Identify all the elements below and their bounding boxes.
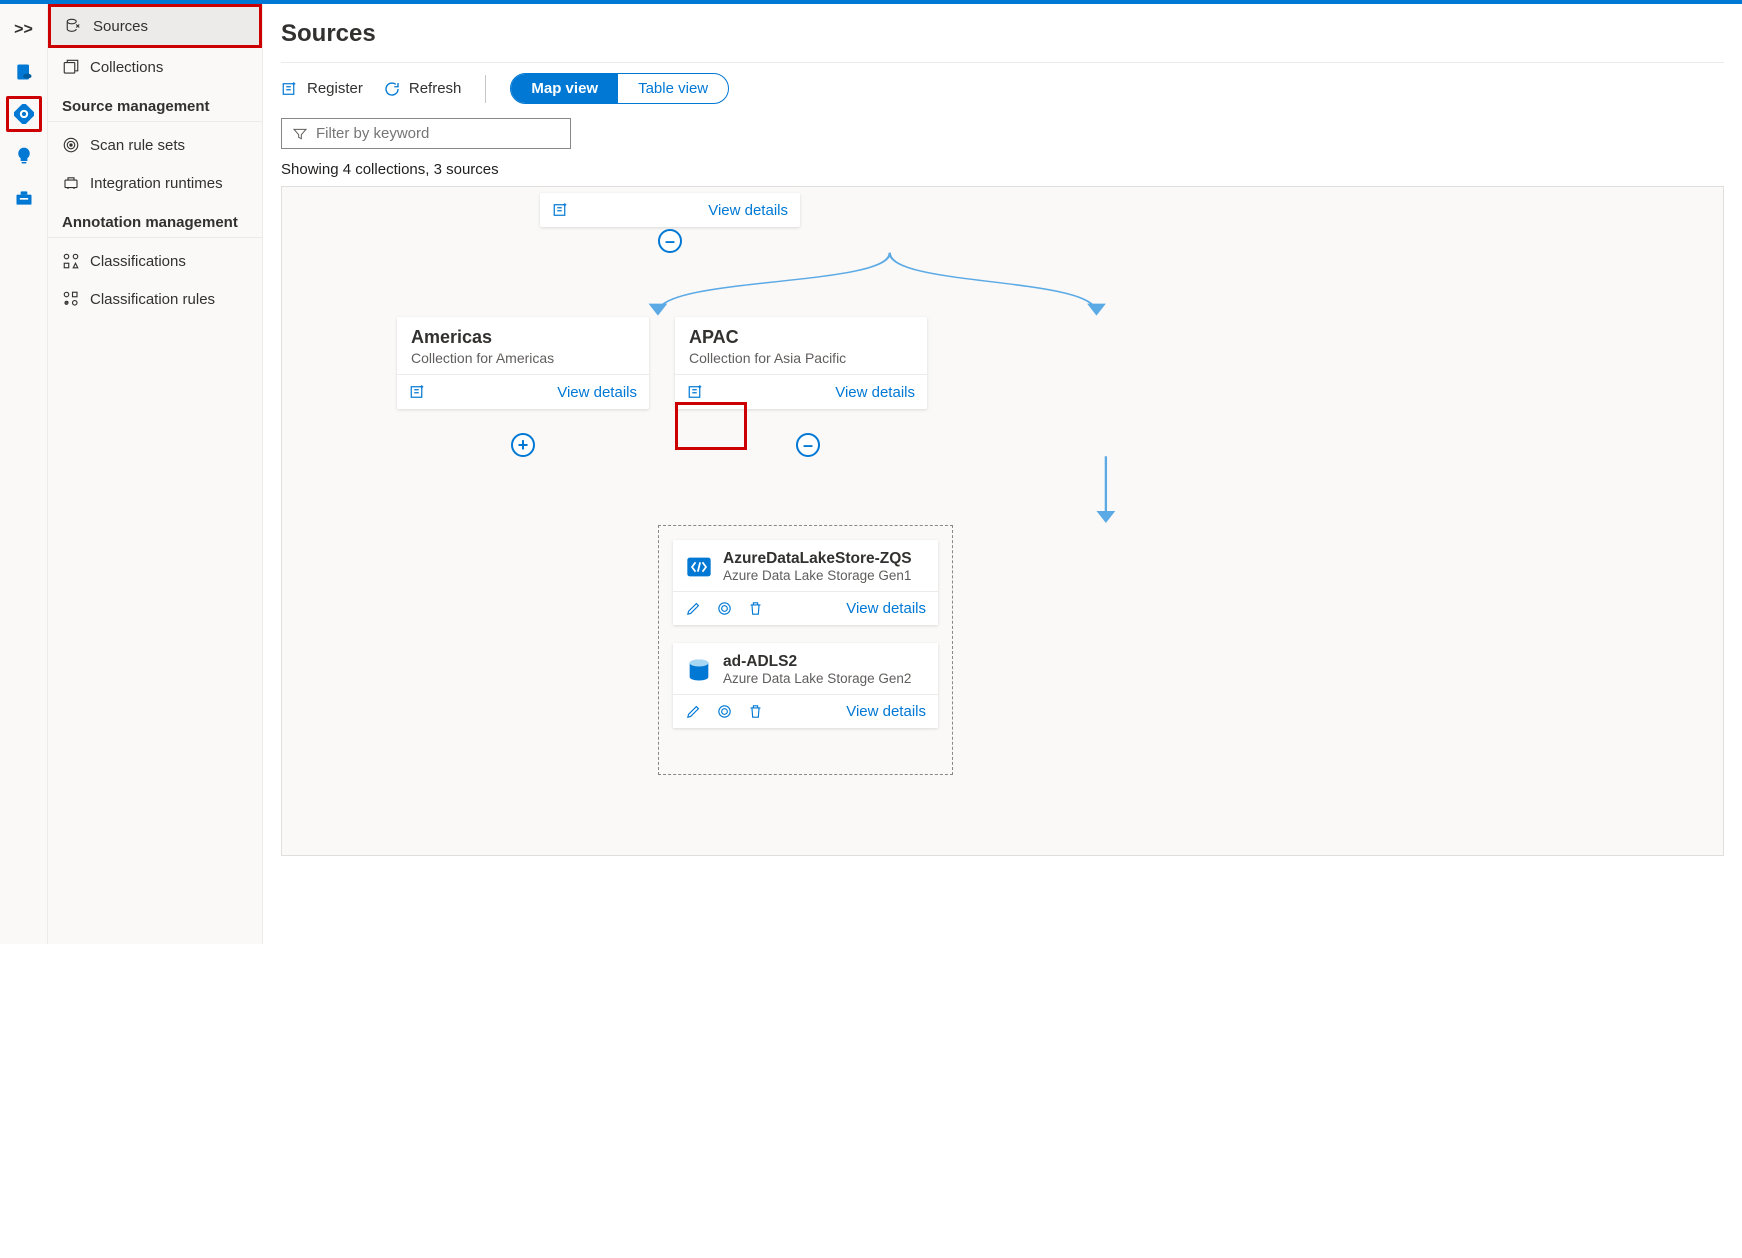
nav-integration-runtimes[interactable]: Integration runtimes xyxy=(48,164,262,202)
view-details-link[interactable]: View details xyxy=(708,202,788,219)
nav-sources[interactable]: Sources xyxy=(48,4,262,48)
edit-icon[interactable] xyxy=(685,703,702,720)
nav-label: Classification rules xyxy=(90,291,215,308)
nav-label: Integration runtimes xyxy=(90,175,223,192)
nav-label: Classifications xyxy=(90,253,186,270)
nav-classifications[interactable]: Classifications xyxy=(48,242,262,280)
register-grid-icon[interactable] xyxy=(552,201,570,219)
apac-sources-group: AzureDataLakeStore-ZQS Azure Data Lake S… xyxy=(658,525,953,775)
nav-label: Collections xyxy=(90,59,163,76)
view-toggle: Map view Table view xyxy=(510,73,729,104)
refresh-button[interactable]: Refresh xyxy=(383,80,462,98)
collection-node-americas[interactable]: Americas Collection for Americas View de… xyxy=(397,317,649,409)
register-grid-icon[interactable] xyxy=(687,383,705,401)
node-subtitle: Collection for Asia Pacific xyxy=(689,350,913,366)
register-button[interactable]: Register xyxy=(281,80,363,98)
rail-management-icon[interactable] xyxy=(6,180,42,216)
node-title: Americas xyxy=(411,327,635,348)
source-card-adls2[interactable]: ad-ADLS2 Azure Data Lake Storage Gen2 Vi… xyxy=(673,643,938,728)
view-details-link[interactable]: View details xyxy=(557,384,637,401)
rail-catalog-icon[interactable] xyxy=(6,54,42,90)
apac-collapse-badge[interactable]: – xyxy=(796,433,820,457)
toolbar-divider xyxy=(485,75,486,103)
adls-gen2-icon xyxy=(685,656,713,684)
map-view-toggle[interactable]: Map view xyxy=(511,74,618,103)
nav-label: Scan rule sets xyxy=(90,137,185,154)
delete-icon[interactable] xyxy=(747,600,764,617)
highlight-apac-register-icon xyxy=(675,402,747,450)
nav-scan-rule-sets[interactable]: Scan rule sets xyxy=(48,126,262,164)
toolbar: Register Refresh Map view Table view xyxy=(281,62,1724,104)
main: Sources Register Refresh Map view Table … xyxy=(263,4,1742,944)
source-type: Azure Data Lake Storage Gen2 xyxy=(723,671,911,686)
root-collapse-badge[interactable]: – xyxy=(658,229,682,253)
source-name: ad-ADLS2 xyxy=(723,653,911,671)
scan-icon[interactable] xyxy=(716,703,733,720)
source-type: Azure Data Lake Storage Gen1 xyxy=(723,568,912,583)
showing-text: Showing 4 collections, 3 sources xyxy=(281,161,1724,178)
nav-label: Sources xyxy=(93,18,148,35)
source-name: AzureDataLakeStore-ZQS xyxy=(723,550,912,568)
filter-input-wrapper[interactable] xyxy=(281,118,571,149)
collection-node-apac[interactable]: APAC Collection for Asia Pacific View de… xyxy=(675,317,927,409)
view-details-link[interactable]: View details xyxy=(835,384,915,401)
view-details-link[interactable]: View details xyxy=(846,600,926,617)
filter-icon xyxy=(292,126,308,142)
root-collection-node[interactable]: View details xyxy=(540,193,800,227)
scan-icon[interactable] xyxy=(716,600,733,617)
delete-icon[interactable] xyxy=(747,703,764,720)
rail-insights-icon[interactable] xyxy=(6,138,42,174)
edit-icon[interactable] xyxy=(685,600,702,617)
americas-expand-badge[interactable]: + xyxy=(511,433,535,457)
map-canvas[interactable]: View details – Americas Collection for A… xyxy=(281,186,1724,856)
source-card-adls1[interactable]: AzureDataLakeStore-ZQS Azure Data Lake S… xyxy=(673,540,938,625)
table-view-toggle[interactable]: Table view xyxy=(618,74,728,103)
filter-input[interactable] xyxy=(316,125,560,142)
nav-section-annotation: Annotation management xyxy=(48,202,262,238)
rail-sources-icon[interactable] xyxy=(6,96,42,132)
nav-classification-rules[interactable]: Classification rules xyxy=(48,280,262,318)
expand-rail-button[interactable]: >> xyxy=(6,12,42,48)
icon-rail: >> xyxy=(0,4,48,944)
node-title: APAC xyxy=(689,327,913,348)
sidebar: Sources Collections Source management Sc… xyxy=(48,4,263,944)
register-grid-icon[interactable] xyxy=(409,383,427,401)
nav-collections[interactable]: Collections xyxy=(48,48,262,86)
nav-section-source-mgmt: Source management xyxy=(48,86,262,122)
page-title: Sources xyxy=(281,20,1724,48)
node-subtitle: Collection for Americas xyxy=(411,350,635,366)
adls-gen1-icon xyxy=(685,553,713,581)
view-details-link[interactable]: View details xyxy=(846,703,926,720)
